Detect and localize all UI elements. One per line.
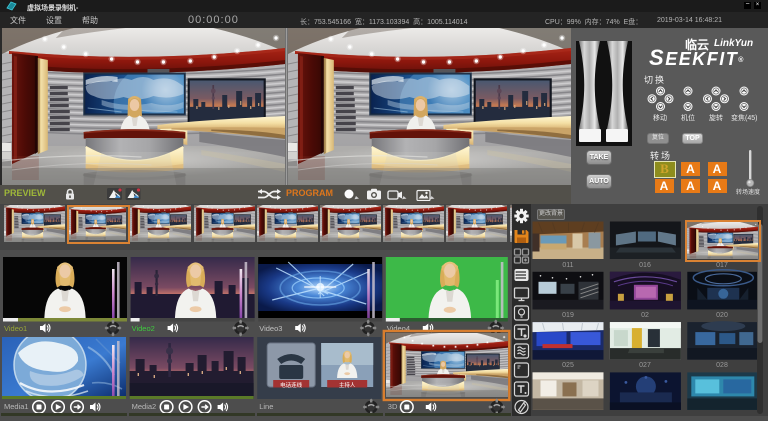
svg-text:Media2: Media2 bbox=[132, 402, 157, 411]
svg-text:028: 028 bbox=[716, 362, 728, 369]
svg-text:电话连线: 电话连线 bbox=[280, 381, 303, 389]
svg-text:Video1: Video1 bbox=[4, 324, 27, 333]
svg-text:Media1: Media1 bbox=[4, 402, 29, 411]
svg-text:017: 017 bbox=[716, 262, 728, 269]
svg-text:011: 011 bbox=[562, 262, 573, 269]
svg-text:027: 027 bbox=[639, 362, 651, 369]
svg-text:020: 020 bbox=[716, 312, 728, 319]
svg-text:019: 019 bbox=[562, 312, 574, 319]
svg-text:Video2: Video2 bbox=[132, 324, 155, 333]
svg-text:主持人: 主持人 bbox=[339, 381, 356, 389]
svg-text:02: 02 bbox=[641, 312, 649, 319]
svg-text:Line: Line bbox=[259, 402, 273, 411]
svg-text:3D: 3D bbox=[388, 402, 398, 411]
svg-text:Video3: Video3 bbox=[259, 324, 282, 333]
svg-text:016: 016 bbox=[639, 262, 651, 269]
svg-text:025: 025 bbox=[562, 362, 574, 369]
